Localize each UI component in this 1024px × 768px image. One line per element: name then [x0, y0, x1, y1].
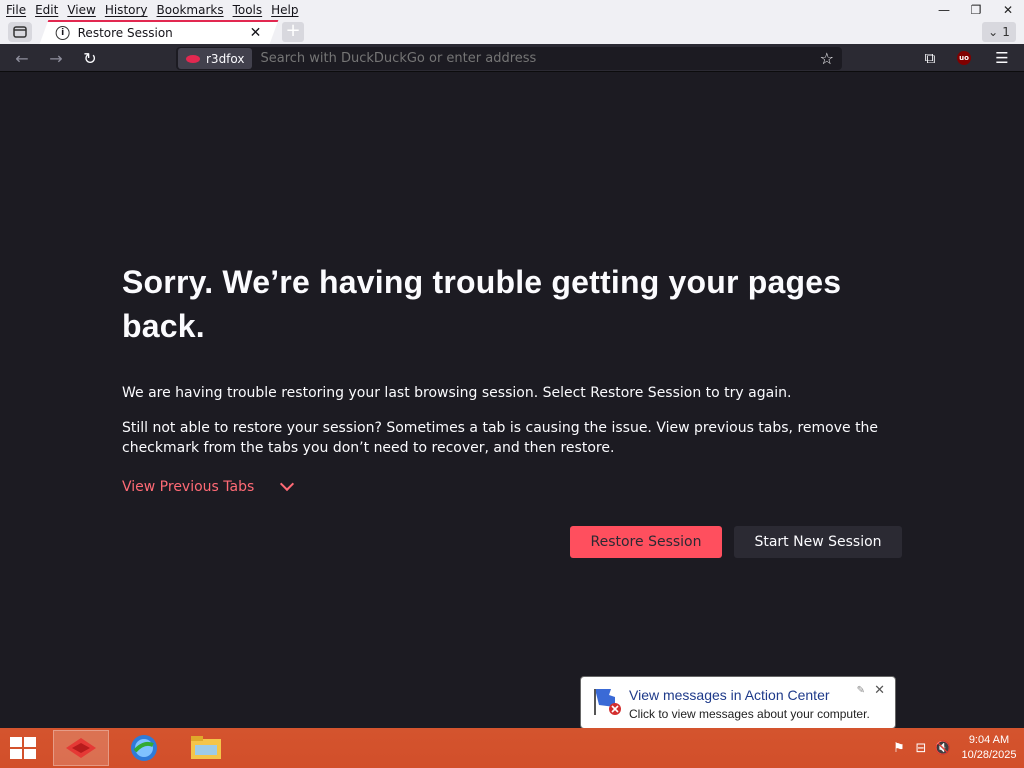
balloon-title: View messages in Action Center — [629, 687, 830, 703]
folder-icon — [191, 736, 221, 759]
app-menu-button[interactable]: ☰ — [990, 48, 1014, 68]
maximize-button[interactable]: ❐ — [960, 0, 992, 20]
clock-date: 10/28/2025 — [961, 749, 1017, 761]
taskbar-browser[interactable] — [116, 730, 172, 766]
identity-label: r3dfox — [206, 51, 245, 66]
notification-balloon[interactable]: View messages in Action Center Click to … — [580, 676, 896, 745]
bookmark-star-icon[interactable]: ☆ — [820, 49, 834, 68]
extensions-button[interactable]: ⧉ — [918, 48, 942, 68]
forward-button[interactable]: → — [44, 48, 68, 68]
address-input[interactable] — [252, 51, 842, 66]
view-previous-tabs-label: View Previous Tabs — [122, 479, 255, 495]
network-icon[interactable]: ⊟ — [910, 741, 932, 756]
hamburger-icon: ☰ — [995, 49, 1009, 67]
puzzle-icon: ⧉ — [924, 49, 936, 67]
clock-time: 9:04 AM — [968, 734, 1010, 746]
page-title: Sorry. We’re having trouble getting your… — [122, 264, 842, 344]
menu-bar: File Edit View History Bookmarks Tools H… — [0, 0, 302, 20]
menu-tools[interactable]: Tools — [233, 3, 263, 17]
taskbar: ⚑ ⊟ 🔇 9:04 AM 10/28/2025 — [0, 728, 1024, 768]
ublock-icon: uo — [957, 51, 971, 65]
tab-list-icon — [13, 26, 27, 38]
info-icon: i — [55, 26, 70, 40]
chevron-down-icon: ⌄ — [988, 25, 999, 39]
menu-file[interactable]: File — [6, 3, 26, 17]
chevron-down-icon — [280, 476, 295, 492]
navigation-toolbar: ← → ↻ r3dfox ☆ ⧉ uo ☰ — [0, 44, 1024, 72]
menu-history[interactable]: History — [105, 3, 148, 17]
pin-icon[interactable]: ✎ — [857, 685, 865, 696]
new-tab-button[interactable]: + — [282, 22, 304, 42]
menu-help[interactable]: Help — [271, 3, 298, 17]
close-balloon-icon[interactable]: ✕ — [874, 683, 885, 698]
system-tray: ⚑ ⊟ 🔇 9:04 AM 10/28/2025 — [888, 728, 1024, 768]
taskbar-r3dfox[interactable] — [53, 730, 109, 766]
tab-restore-session[interactable]: i Restore Session ✕ — [39, 20, 279, 44]
tab-title: Restore Session — [77, 26, 173, 40]
menu-edit[interactable]: Edit — [35, 3, 58, 17]
error-help-text: Still not able to restore your session? … — [122, 420, 879, 456]
browser-window: File Edit View History Bookmarks Tools H… — [0, 0, 1024, 768]
reload-button[interactable]: ↻ — [78, 48, 102, 68]
menu-view[interactable]: View — [67, 3, 95, 17]
ublock-button[interactable]: uo — [952, 48, 976, 68]
back-button[interactable]: ← — [10, 48, 34, 68]
identity-box[interactable]: r3dfox — [178, 48, 253, 69]
tab-strip: i Restore Session ✕ + ⌄ 1 — [0, 20, 1024, 44]
title-bar: File Edit View History Bookmarks Tools H… — [0, 0, 1024, 44]
minimize-button[interactable]: — — [928, 0, 960, 20]
volume-muted-icon[interactable]: 🔇 — [932, 741, 954, 756]
start-button[interactable] — [10, 737, 38, 761]
page-content: Sorry. We’re having trouble getting your… — [0, 72, 1024, 728]
r3dfox-logo-icon — [186, 54, 200, 63]
restore-session-button[interactable]: Restore Session — [570, 526, 722, 558]
close-window-button[interactable]: ✕ — [992, 0, 1024, 20]
firefox-view-button[interactable] — [8, 22, 32, 42]
forward-arrow-icon: → — [49, 48, 63, 68]
window-controls: — ❐ ✕ — [928, 0, 1024, 20]
all-tabs-button[interactable]: ⌄ 1 — [982, 22, 1016, 42]
session-restore-error: Sorry. We’re having trouble getting your… — [122, 260, 902, 495]
globe-app-icon — [131, 735, 157, 761]
url-bar: r3dfox ☆ — [176, 47, 842, 70]
taskbar-file-explorer[interactable] — [178, 730, 234, 766]
close-tab-icon[interactable]: ✕ — [250, 25, 262, 41]
action-center-flag-icon — [594, 689, 621, 715]
clock[interactable]: 9:04 AM 10/28/2025 — [954, 733, 1024, 763]
action-center-flag-icon[interactable]: ⚑ — [888, 741, 910, 756]
start-new-session-button[interactable]: Start New Session — [734, 526, 902, 558]
r3dfox-app-icon — [66, 738, 96, 758]
menu-bookmarks[interactable]: Bookmarks — [157, 3, 224, 17]
back-arrow-icon: ← — [15, 48, 29, 68]
reload-icon: ↻ — [83, 48, 97, 68]
tab-count: 1 — [1002, 25, 1010, 39]
balloon-text: Click to view messages about your comput… — [629, 707, 870, 721]
view-previous-tabs-toggle[interactable]: View Previous Tabs — [122, 476, 295, 495]
error-description: We are having trouble restoring your las… — [122, 385, 792, 401]
